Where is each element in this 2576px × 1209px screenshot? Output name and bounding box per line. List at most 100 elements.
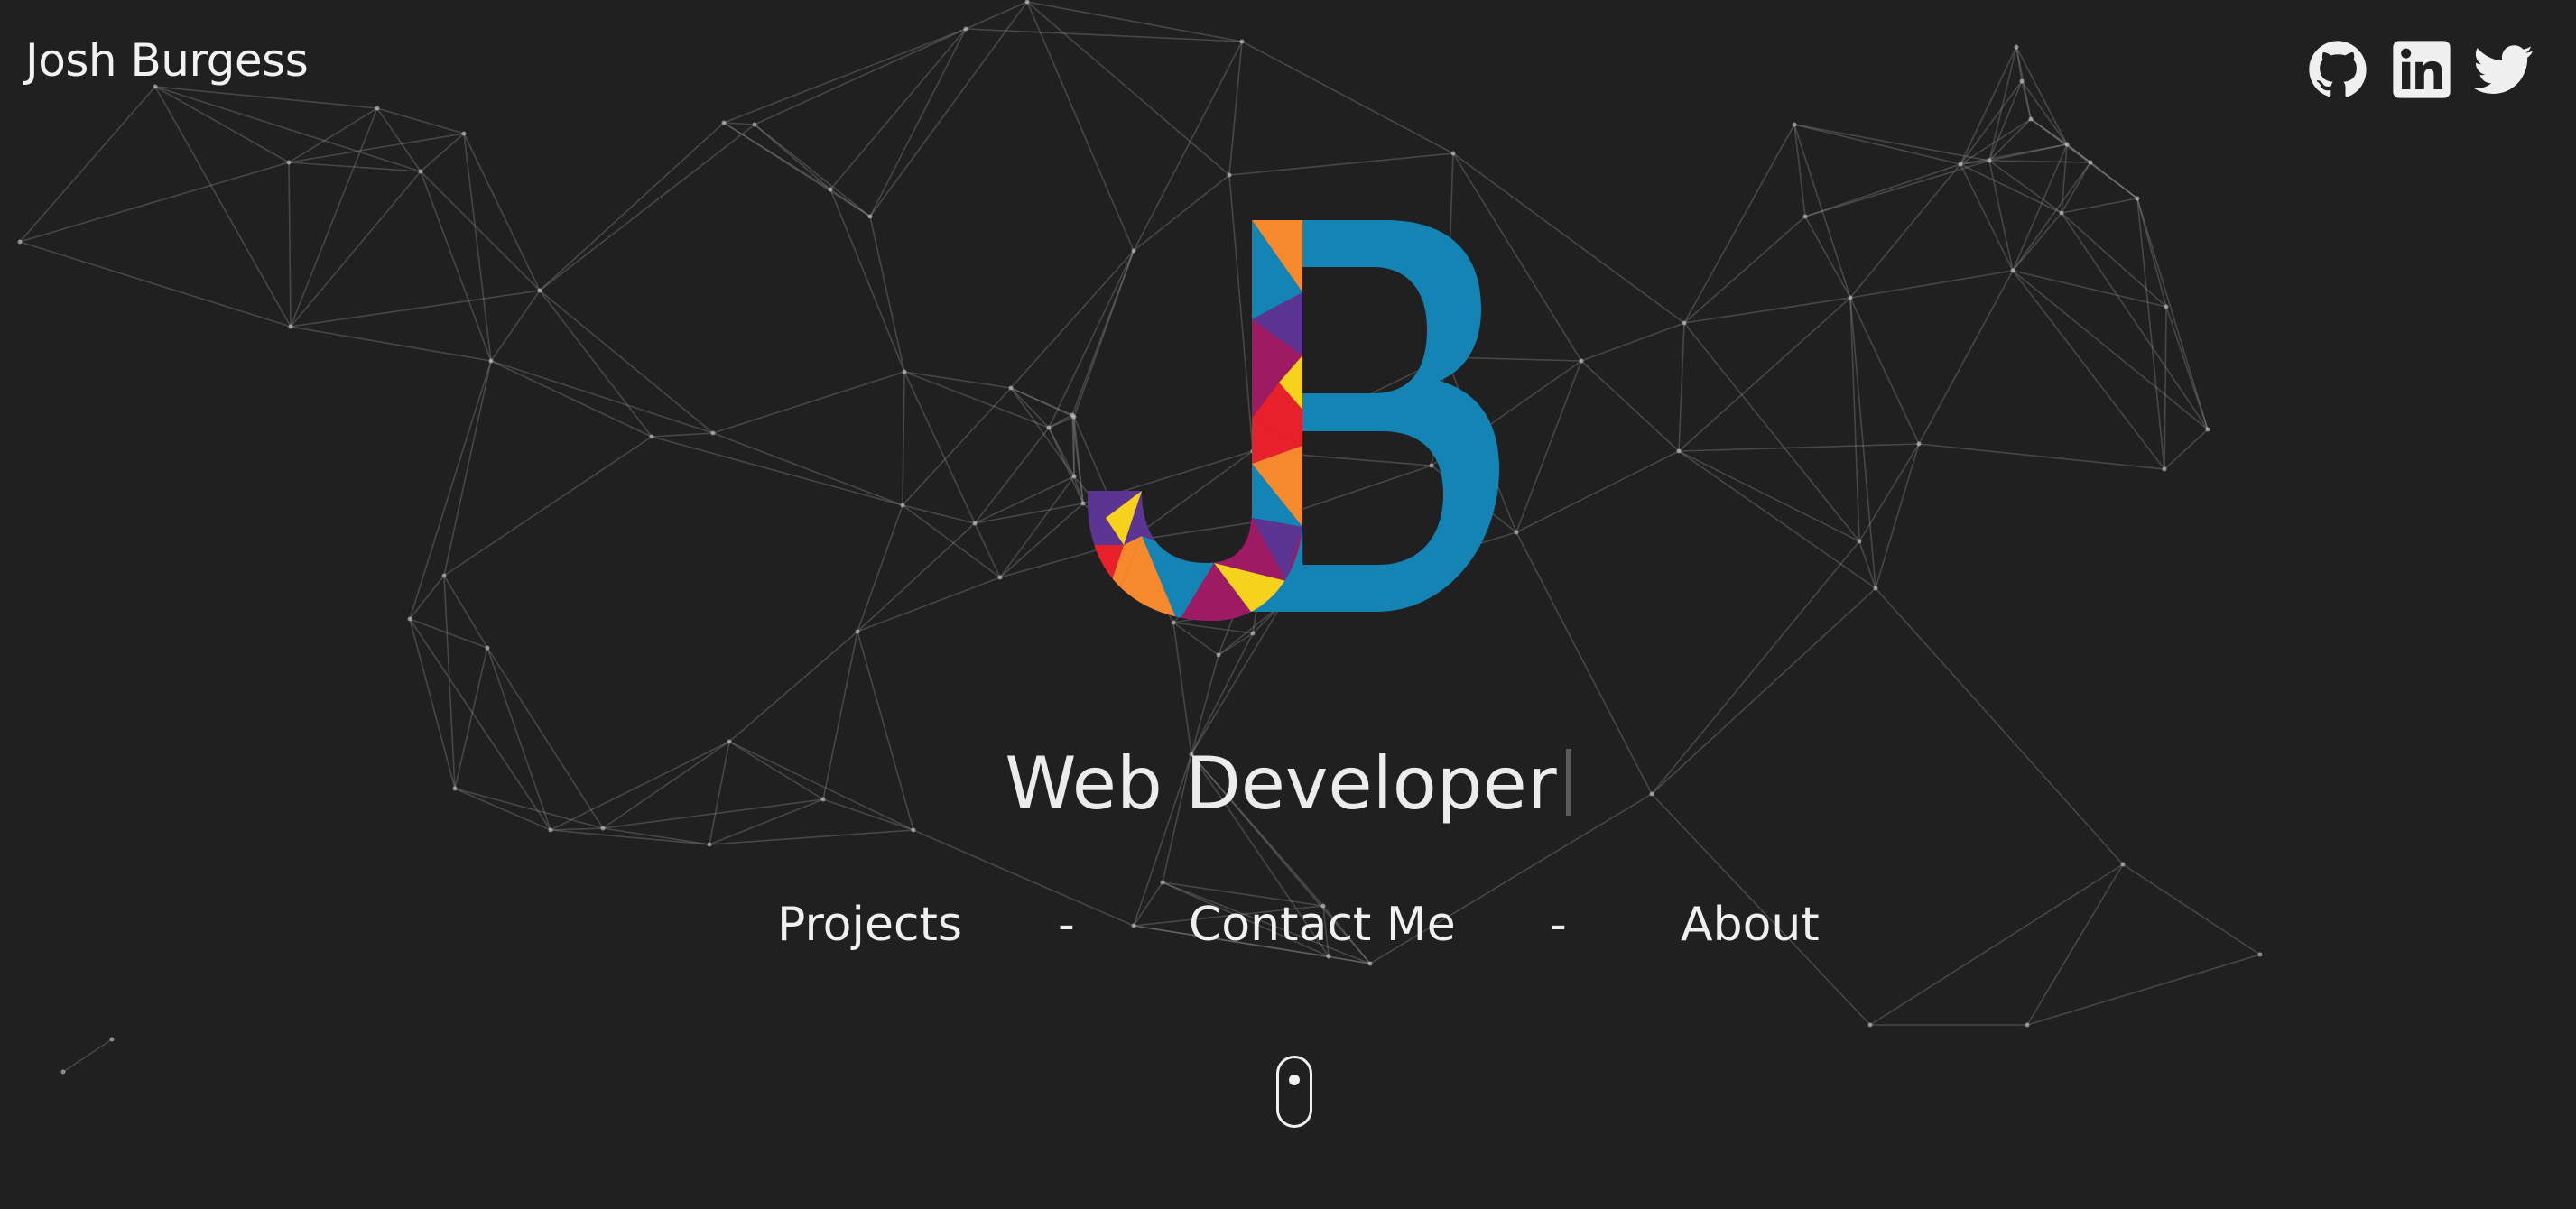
network-node (2162, 466, 2167, 472)
network-node (855, 629, 860, 634)
network-node (1367, 961, 1373, 966)
network-node (1227, 172, 1232, 178)
network-line (443, 575, 488, 649)
network-line (1133, 881, 1163, 927)
nav-about[interactable]: About (1681, 898, 1820, 952)
network-line (539, 122, 725, 291)
network-node (1250, 631, 1256, 636)
network-node (537, 288, 542, 293)
network-line (1793, 124, 1961, 165)
letter-j (1088, 220, 1302, 621)
network-node (1239, 39, 1245, 44)
network-line (1678, 450, 1876, 589)
network-line (1858, 443, 1920, 542)
network-line (2061, 212, 2167, 308)
network-line (857, 522, 976, 632)
network-node (1008, 385, 1014, 391)
network-line (2021, 80, 2068, 145)
network-line (974, 475, 1075, 524)
network-node (2014, 44, 2019, 50)
network-line (1804, 163, 1961, 217)
network-line (1988, 160, 2014, 272)
network-line (1580, 360, 1680, 452)
network-line (2164, 306, 2167, 470)
network-node (911, 827, 916, 833)
network-line (2136, 198, 2209, 430)
network-line (290, 290, 541, 328)
network-node (109, 1037, 115, 1042)
network-node (485, 645, 490, 651)
network-node (1216, 652, 1221, 658)
network-node (828, 187, 833, 192)
network-node (548, 827, 553, 833)
network-line (1918, 270, 2014, 445)
network-line (754, 124, 871, 217)
network-line (2164, 429, 2209, 470)
network-line (2122, 863, 2261, 955)
network-line (288, 107, 378, 163)
network-line (2030, 118, 2138, 199)
network-line (1191, 654, 1219, 755)
network-line (857, 577, 1001, 632)
network-line (1026, 1, 1135, 252)
network-node (1802, 214, 1808, 219)
network-line (376, 107, 422, 172)
network-node (461, 131, 467, 136)
network-line (1960, 163, 2062, 214)
network-line (1988, 160, 2091, 163)
network-node (288, 324, 293, 329)
network-line (409, 360, 492, 620)
twitter-link[interactable] (2474, 40, 2534, 99)
network-line (1875, 443, 1920, 589)
network-line (443, 436, 653, 577)
network-line (902, 371, 905, 506)
network-line (974, 427, 1050, 524)
network-node (649, 434, 654, 439)
headline-text: Web Developer (1005, 742, 1557, 826)
network-line (443, 360, 492, 577)
network-line (1026, 1, 1230, 176)
jb-logo (1088, 220, 1499, 621)
network-node (2088, 160, 2093, 165)
network-line (1683, 322, 1860, 542)
nav-projects[interactable]: Projects (777, 898, 962, 952)
network-line (902, 504, 976, 524)
network-line (2136, 198, 2165, 470)
network-line (1678, 297, 1851, 452)
network-line (1793, 124, 1806, 217)
network-node (1848, 295, 1853, 300)
github-link[interactable] (2308, 40, 2368, 99)
linkedin-icon (2393, 41, 2451, 98)
network-line (1988, 160, 2062, 214)
network-line (19, 86, 156, 243)
network-node (286, 160, 292, 165)
network-line (1241, 41, 1454, 154)
network-line (490, 360, 653, 438)
network-node (600, 826, 606, 831)
network-line (62, 1038, 113, 1073)
network-node (418, 169, 423, 174)
network-line (651, 436, 903, 506)
linkedin-link[interactable] (2392, 40, 2451, 99)
network-node (2164, 304, 2169, 309)
network-line (2061, 162, 2091, 214)
network-node (2059, 210, 2064, 216)
network-line (974, 503, 1084, 524)
network-line (1869, 863, 2124, 1026)
site-brand[interactable]: Josh Burgess (25, 34, 309, 87)
network-node (707, 842, 712, 847)
network-line (1849, 270, 2014, 299)
mouse-scroll-icon[interactable] (1276, 1056, 1312, 1128)
network-node (2135, 196, 2140, 201)
network-line (1793, 124, 1990, 162)
nav-contact[interactable]: Contact Me (1189, 898, 1456, 952)
network-line (857, 504, 903, 632)
network-line (1804, 160, 1990, 217)
network-node (721, 120, 727, 125)
network-node (1131, 923, 1136, 928)
network-node (60, 1069, 66, 1075)
network-line (869, 216, 905, 373)
network-node (867, 214, 873, 219)
network-node (1046, 425, 1052, 430)
network-line (1849, 297, 1860, 542)
